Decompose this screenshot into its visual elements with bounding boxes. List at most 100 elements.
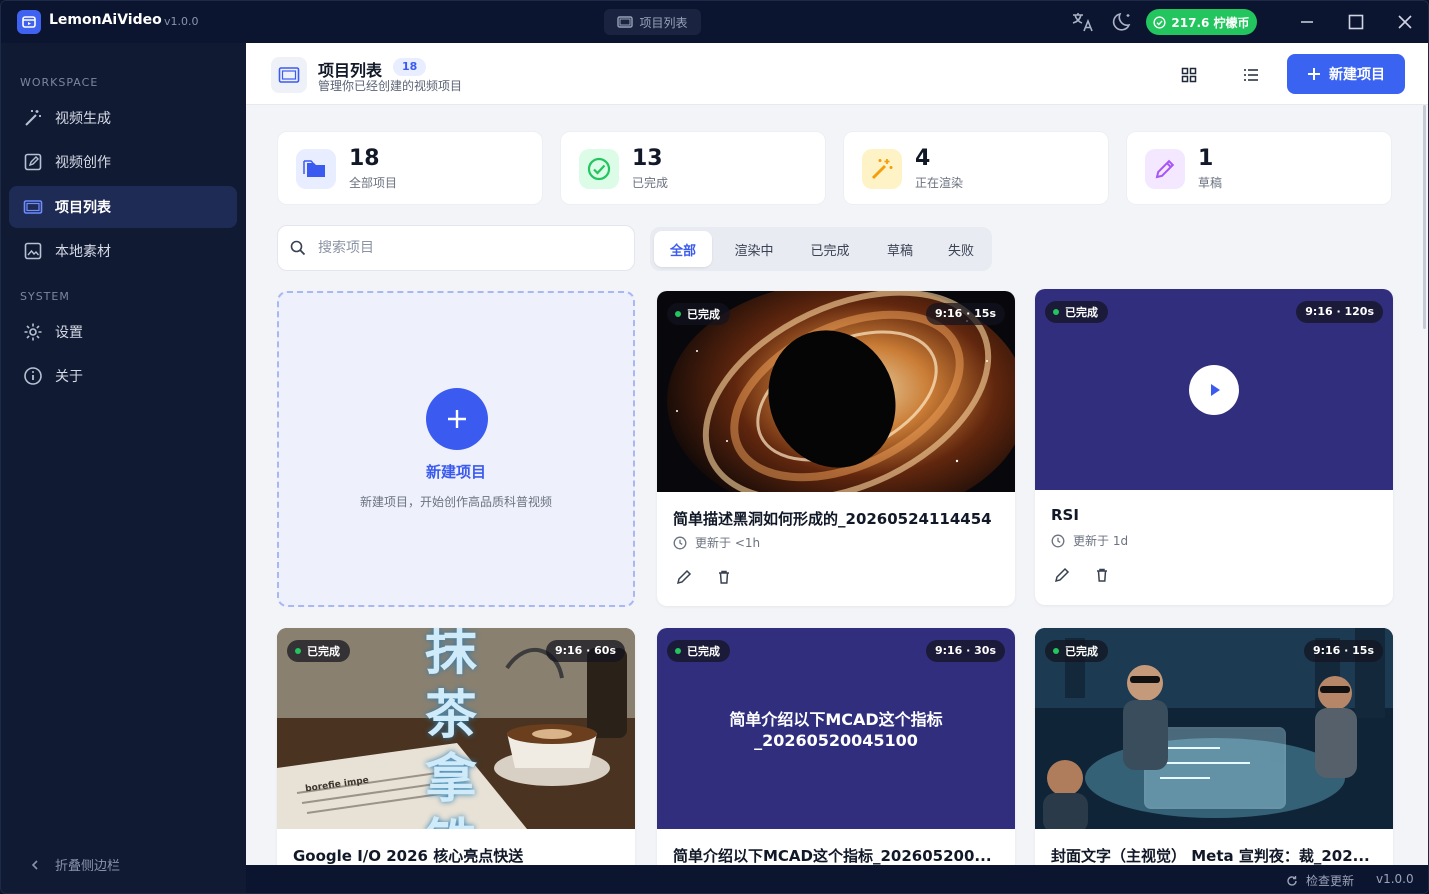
pencil-icon	[1054, 567, 1070, 583]
project-thumbnail: 已完成 9:16 · 120s	[1035, 289, 1393, 490]
sidebar-item-settings[interactable]: 设置	[9, 311, 237, 353]
project-card[interactable]: 抹茶拿铁 borefie impe 已完成 9:16 · 60s Google …	[277, 628, 635, 865]
sidebar: WORKSPACE 视频生成 视频创作 项目列表 本地素材 SYSTEM 设置 …	[1, 43, 246, 874]
new-project-card-subtitle: 新建项目，开始创作高品质科普视频	[359, 495, 552, 509]
stat-label: 正在渲染	[915, 176, 964, 190]
edit-button[interactable]	[1051, 564, 1073, 586]
collapse-sidebar-button[interactable]: 折叠侧边栏	[29, 855, 120, 874]
project-title: 简单介绍以下MCAD这个指标_202605200...	[673, 847, 992, 865]
app-logo-icon	[17, 10, 41, 34]
folder-icon	[271, 57, 307, 93]
delete-button[interactable]	[713, 566, 735, 588]
new-project-card[interactable]: 新建项目 新建项目，开始创作高品质科普视频	[277, 291, 635, 607]
search-icon	[290, 240, 306, 256]
project-title: RSI	[1051, 506, 1079, 524]
check-update-button[interactable]: 检查更新	[1286, 872, 1354, 889]
filter-completed[interactable]: 已完成	[794, 231, 866, 267]
stat-label: 全部项目	[349, 176, 398, 190]
minimize-button[interactable]	[1294, 9, 1320, 35]
stat-card-all: 18 全部项目	[277, 131, 543, 205]
status-badge: 已完成	[1045, 640, 1108, 662]
filter-failed[interactable]: 失败	[932, 231, 990, 267]
status-filter-tabs: 全部 渲染中 已完成 草稿 失败	[650, 227, 992, 271]
duration-badge: 9:16 · 15s	[1303, 640, 1383, 662]
magic-wand-icon	[862, 149, 902, 189]
translate-icon[interactable]	[1070, 9, 1096, 35]
coin-balance-badge[interactable]: 217.6 柠檬币	[1146, 9, 1257, 35]
chevron-left-icon	[31, 859, 38, 870]
filter-rendering[interactable]: 渲染中	[718, 231, 790, 267]
thumbnail-text-line1: 简单介绍以下MCAD这个指标	[729, 710, 943, 729]
status-badge: 已完成	[667, 303, 730, 325]
sidebar-item-local-assets[interactable]: 本地素材	[9, 230, 237, 272]
new-project-button[interactable]: 新建项目	[1287, 54, 1405, 94]
project-card[interactable]: 已完成 9:16 · 120s RSI 更新于 1d	[1035, 289, 1393, 605]
sidebar-item-label: 视频生成	[55, 111, 111, 127]
duration-badge: 9:16 · 120s	[1296, 301, 1383, 323]
stat-label: 草稿	[1198, 176, 1223, 190]
stat-value: 4	[915, 146, 931, 171]
list-view-button[interactable]	[1238, 62, 1264, 88]
coin-balance: 217.6 柠檬币	[1171, 15, 1250, 30]
list-icon	[1244, 69, 1258, 81]
stat-value: 1	[1198, 146, 1214, 171]
workspace-section-title: WORKSPACE	[20, 76, 99, 89]
window-tab[interactable]: 项目列表	[604, 9, 701, 35]
plus-icon	[426, 388, 488, 450]
thumbnail-text-line2: _20260520045100	[754, 731, 918, 750]
thumbnail-overlay-text: 抹茶拿铁	[424, 628, 477, 829]
trash-icon	[1097, 568, 1107, 582]
sidebar-item-about[interactable]: 关于	[9, 355, 237, 397]
app-window: LemonAiVideo v1.0.0 项目列表 217.6 柠檬币 WORKS…	[0, 0, 1429, 894]
project-title: Google I/O 2026 核心亮点快送	[293, 847, 524, 865]
window-tab-label: 项目列表	[639, 15, 688, 30]
magic-wand-icon	[25, 110, 41, 126]
page-header: 项目列表 18 管理你已经创建的视频项目 新建项目	[246, 43, 1428, 105]
duration-badge: 9:16 · 30s	[925, 640, 1005, 662]
project-thumbnail: 已完成 9:16 · 15s	[657, 291, 1015, 492]
folder-icon	[23, 200, 43, 214]
filter-draft[interactable]: 草稿	[870, 231, 930, 267]
play-icon[interactable]	[1189, 365, 1239, 415]
project-card[interactable]: 已完成 9:16 · 15s 简单描述黑洞如何形成的_2026052411445…	[657, 291, 1015, 606]
sidebar-item-video-generate[interactable]: 视频生成	[9, 97, 237, 139]
maximize-icon	[1348, 14, 1364, 30]
search-input[interactable]	[318, 240, 618, 256]
maximize-button[interactable]	[1343, 9, 1369, 35]
stat-value: 13	[632, 146, 663, 171]
status-bar: 检查更新 v1.0.0	[246, 865, 1428, 893]
sidebar-item-project-list[interactable]: 项目列表	[9, 186, 237, 228]
status-label: 已完成	[687, 308, 720, 321]
status-label: 已完成	[307, 645, 340, 658]
sidebar-item-label: 设置	[55, 325, 83, 341]
clock-icon	[1051, 534, 1065, 547]
app-name: LemonAiVideo	[49, 12, 162, 28]
close-icon	[1398, 15, 1412, 29]
filter-all[interactable]: 全部	[654, 231, 712, 267]
duration-badge: 9:16 · 15s	[925, 303, 1005, 325]
stat-value: 18	[349, 146, 380, 171]
trash-icon	[719, 570, 729, 584]
dark-mode-icon[interactable]	[1110, 9, 1136, 35]
project-count-badge: 18	[393, 58, 427, 76]
status-badge: 已完成	[287, 640, 350, 662]
sidebar-item-video-create[interactable]: 视频创作	[9, 141, 237, 183]
project-updated: 更新于 <1h	[673, 534, 760, 551]
minimize-icon	[1301, 21, 1313, 23]
grid-view-button[interactable]	[1176, 62, 1202, 88]
status-badge: 已完成	[1045, 301, 1108, 323]
stat-card-completed: 13 已完成	[560, 131, 826, 205]
status-label: 已完成	[1065, 306, 1098, 319]
delete-button[interactable]	[1091, 564, 1113, 586]
project-card[interactable]: 简单介绍以下MCAD这个指标 _20260520045100 已完成 9:16 …	[657, 628, 1015, 865]
close-button[interactable]	[1392, 9, 1418, 35]
folders-icon	[296, 149, 336, 189]
edit-button[interactable]	[673, 566, 695, 588]
scrollbar[interactable]	[1423, 105, 1426, 329]
project-card[interactable]: 已完成 9:16 · 15s 封面文字（主视觉） Meta 宣判夜：裁_202.…	[1035, 628, 1393, 865]
check-circle-icon	[579, 149, 619, 189]
new-project-card-title: 新建项目	[425, 463, 486, 481]
project-updated-label: 更新于 <1h	[695, 536, 761, 550]
app-version: v1.0.0	[164, 15, 199, 28]
image-icon	[24, 242, 42, 260]
